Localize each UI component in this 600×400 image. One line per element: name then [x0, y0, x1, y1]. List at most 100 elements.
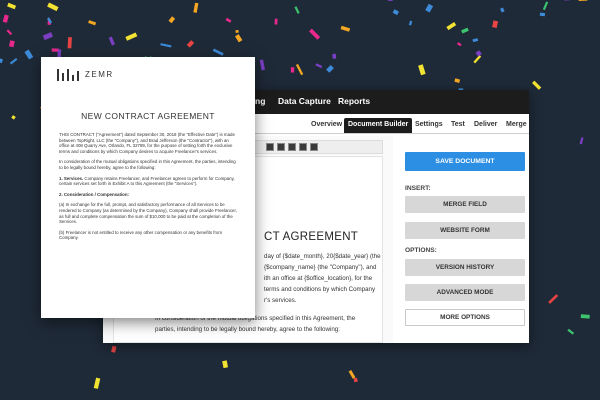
tab-overview[interactable]: Overview	[307, 118, 346, 133]
confetti-piece	[108, 36, 115, 46]
image-icon[interactable]	[310, 143, 318, 151]
confetti-piece	[332, 53, 337, 59]
merge-field-button[interactable]: MERGE FIELD	[405, 196, 525, 213]
confetti-piece	[235, 34, 243, 43]
document-preview: ZEMR NEW CONTRACT AGREEMENT THIS CONTRAC…	[41, 57, 255, 318]
website-form-button[interactable]: WEBSITE FORM	[405, 222, 525, 239]
confetti-piece	[67, 37, 72, 49]
confetti-piece	[9, 57, 18, 65]
align-center-icon[interactable]	[277, 143, 285, 151]
logo-text: ZEMR	[85, 70, 114, 79]
confetti-piece	[473, 55, 482, 64]
confetti-piece	[11, 115, 16, 120]
confetti-piece	[295, 63, 304, 76]
builder-side-panel: SAVE DOCUMENT INSERT: MERGE FIELD WEBSIT…	[393, 136, 529, 343]
confetti-piece	[274, 18, 278, 25]
document-title: NEW CONTRACT AGREEMENT	[81, 111, 215, 121]
confetti-piece	[168, 16, 176, 24]
confetti-piece	[24, 49, 34, 60]
nav-item-data-capture[interactable]: Data Capture	[278, 96, 331, 106]
confetti-piece	[348, 369, 356, 379]
confetti-piece	[353, 377, 358, 383]
confetti-piece	[472, 38, 479, 43]
options-label: OPTIONS:	[405, 247, 437, 254]
confetti-piece	[294, 6, 300, 14]
confetti-piece	[500, 7, 505, 13]
tab-document-builder[interactable]: Document Builder	[344, 118, 413, 133]
confetti-piece	[563, 0, 571, 1]
editor-line: r's services.	[264, 297, 297, 304]
confetti-piece	[111, 345, 117, 353]
editor-line: ith an office at {$office_location}, for…	[264, 275, 373, 282]
confetti-piece	[539, 12, 546, 17]
confetti-piece	[315, 63, 323, 69]
services-heading: 1. Services.	[59, 175, 84, 181]
tab-test[interactable]: Test	[447, 118, 469, 133]
confetti-piece	[567, 328, 575, 335]
services-text: Company retains Freelancer, and Freelanc…	[59, 175, 235, 187]
confetti-piece	[461, 27, 469, 34]
document-consideration: In consideration of the mutual obligatio…	[59, 159, 236, 170]
confetti-piece	[193, 2, 199, 13]
confetti-piece	[160, 43, 172, 48]
confetti-piece	[580, 314, 590, 319]
tab-merge[interactable]: Merge	[502, 118, 531, 133]
confetti-piece	[425, 3, 434, 13]
compensation-b: (b) Freelancer is not entitled to receiv…	[59, 229, 223, 241]
confetti-piece	[235, 29, 239, 34]
editor-line: terms and conditions by which Company	[264, 286, 376, 293]
document-body: THIS CONTRACT ("Agreement") dated Septem…	[59, 132, 239, 246]
confetti-piece	[542, 1, 549, 11]
confetti-piece	[0, 58, 3, 64]
document-services: 1. Services. Company retains Freelancer,…	[59, 176, 239, 187]
confetti-piece	[259, 59, 266, 71]
confetti-piece	[47, 17, 53, 24]
align-right-icon[interactable]	[288, 143, 296, 151]
confetti-piece	[418, 64, 426, 76]
confetti-piece	[186, 40, 195, 48]
confetti-piece	[88, 20, 97, 26]
confetti-piece	[6, 29, 13, 36]
confetti-piece	[225, 17, 232, 23]
confetti-piece	[47, 19, 51, 25]
confetti-piece	[212, 48, 224, 56]
compensation-a: (a) In exchange for the full, prompt, an…	[59, 202, 237, 225]
document-intro: THIS CONTRACT ("Agreement") dated Septem…	[59, 132, 235, 154]
insert-label: INSERT:	[405, 185, 431, 192]
editor-paragraph-line: parties, intending to be legally bound h…	[155, 326, 340, 333]
nav-item-reports[interactable]: Reports	[338, 96, 370, 106]
nav-item-partial[interactable]: ng	[255, 96, 265, 106]
confetti-piece	[290, 67, 295, 73]
align-justify-icon[interactable]	[299, 143, 307, 151]
compensation-heading: 2. Consideration / Compensation:	[59, 191, 130, 197]
confetti-piece	[456, 42, 462, 47]
confetti-piece	[326, 64, 334, 73]
confetti-piece	[93, 377, 101, 389]
confetti-piece	[42, 32, 54, 41]
confetti-piece	[531, 80, 542, 90]
confetti-piece	[8, 40, 15, 48]
confetti-piece	[125, 32, 138, 41]
confetti-piece	[408, 20, 413, 26]
confetti-piece	[2, 14, 9, 23]
confetti-piece	[392, 9, 400, 16]
confetti-piece	[51, 48, 60, 52]
confetti-piece	[388, 0, 393, 1]
save-document-button[interactable]: SAVE DOCUMENT	[405, 152, 525, 171]
confetti-piece	[492, 20, 499, 29]
more-options-button[interactable]: MORE OPTIONS	[405, 309, 525, 326]
confetti-piece	[578, 0, 588, 2]
editor-line: {$company_name} (the "Company"), and	[264, 264, 377, 271]
tab-deliver[interactable]: Deliver	[470, 118, 501, 133]
tab-settings[interactable]: Settings	[411, 118, 447, 133]
confetti-piece	[454, 78, 461, 83]
editor-title: CT AGREEMENT	[264, 231, 359, 243]
confetti-piece	[548, 294, 559, 304]
confetti-piece	[579, 137, 584, 145]
advanced-mode-button[interactable]: ADVANCED MODE	[405, 284, 525, 301]
confetti-piece	[475, 50, 482, 57]
confetti-piece	[309, 28, 321, 40]
align-left-icon[interactable]	[266, 143, 274, 151]
version-history-button[interactable]: VERSION HISTORY	[405, 259, 525, 276]
editor-line: day of {$date_month}, 20{$date_year} (th…	[264, 253, 381, 260]
